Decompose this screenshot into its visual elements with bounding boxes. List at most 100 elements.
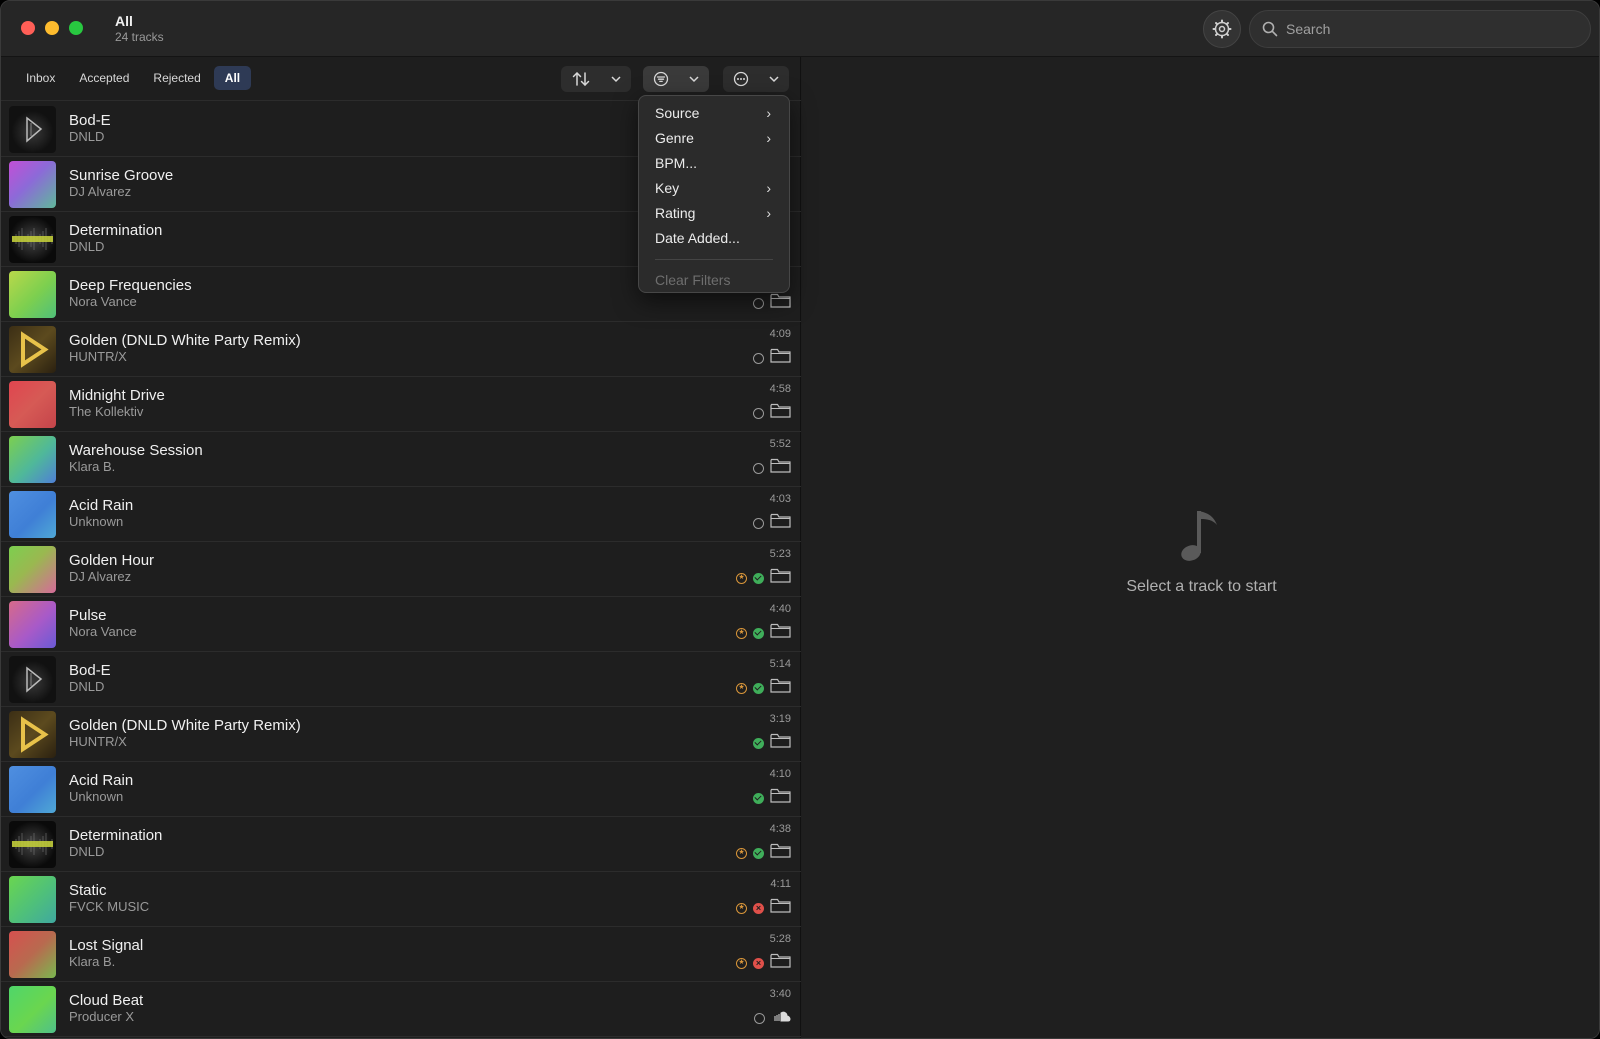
track-title: Pulse <box>69 607 107 624</box>
track-status-icons: ★ <box>736 843 791 863</box>
folder-icon[interactable] <box>770 513 791 533</box>
star-icon[interactable]: ★ <box>736 627 747 639</box>
status-accepted-icon[interactable] <box>753 627 764 639</box>
track-row[interactable]: Cloud Beat Producer X 3:40 <box>1 982 801 1037</box>
track-title: Golden Hour <box>69 552 155 569</box>
filter-menu-item-genre[interactable]: Genre › <box>639 126 789 151</box>
tab-accepted[interactable]: Accepted <box>68 66 140 90</box>
track-title: Sunrise Groove <box>69 167 174 184</box>
track-row[interactable]: Acid Rain Unknown 4:03 <box>1 487 801 542</box>
chevron-right-icon: › <box>766 180 771 196</box>
track-row[interactable]: Warehouse Session Klara B. 5:52 <box>1 432 801 487</box>
track-row[interactable]: Static FVCK MUSIC 4:11 ★ × <box>1 872 801 927</box>
status-accepted-icon[interactable] <box>753 737 764 749</box>
status-unreviewed-icon[interactable] <box>753 462 764 474</box>
status-unreviewed-icon[interactable] <box>753 517 764 529</box>
album-art <box>9 931 56 978</box>
filter-menu-item-bpm[interactable]: BPM... <box>639 151 789 176</box>
star-icon[interactable]: ★ <box>736 957 747 969</box>
filter-button[interactable] <box>643 66 709 92</box>
track-title: Warehouse Session <box>69 442 203 459</box>
chevron-right-icon: › <box>766 105 771 121</box>
track-artist: Nora Vance <box>69 624 137 639</box>
status-accepted-icon[interactable] <box>753 572 764 584</box>
status-unreviewed-icon[interactable] <box>753 297 764 309</box>
folder-icon[interactable] <box>770 568 791 588</box>
track-row[interactable]: Lost Signal Klara B. 5:28 ★ × <box>1 927 801 982</box>
track-row[interactable]: Golden Hour DJ Alvarez 5:23 ★ <box>1 542 801 597</box>
track-artist: DNLD <box>69 129 105 144</box>
gear-icon <box>1212 19 1232 39</box>
album-art <box>9 766 56 813</box>
filter-menu-item-key[interactable]: Key › <box>639 176 789 201</box>
status-accepted-icon[interactable] <box>753 682 764 694</box>
chevron-right-icon: › <box>766 205 771 221</box>
search-icon <box>1262 21 1278 37</box>
menu-item-label: Date Added... <box>655 230 740 246</box>
zoom-window-button[interactable] <box>69 21 83 35</box>
folder-icon[interactable] <box>770 403 791 423</box>
track-row[interactable]: Acid Rain Unknown 4:10 <box>1 762 801 817</box>
music-note-icon <box>1177 505 1227 570</box>
track-artist: HUNTR/X <box>69 734 127 749</box>
track-duration: 4:38 <box>769 823 791 835</box>
star-icon[interactable]: ★ <box>736 902 747 914</box>
filter-menu-item-source[interactable]: Source › <box>639 101 789 126</box>
folder-icon[interactable] <box>770 623 791 643</box>
folder-icon[interactable] <box>770 678 791 698</box>
search-input[interactable] <box>1286 21 1566 37</box>
status-unreviewed-icon[interactable] <box>753 352 764 364</box>
folder-icon[interactable] <box>770 293 791 313</box>
title-bar: All 24 tracks <box>1 1 1599 57</box>
track-row[interactable]: Midnight Drive The Kollektiv 4:58 <box>1 377 801 432</box>
status-unreviewed-icon[interactable] <box>754 1012 765 1024</box>
detail-pane: Select a track to start <box>802 57 1599 1038</box>
filter-menu-item-rating[interactable]: Rating › <box>639 201 789 226</box>
album-art <box>9 491 56 538</box>
star-icon[interactable]: ★ <box>736 682 747 694</box>
soundcloud-icon[interactable] <box>771 1009 791 1027</box>
track-row[interactable]: Golden (DNLD White Party Remix) HUNTR/X 3:… <box>1 707 801 762</box>
star-icon[interactable]: ★ <box>736 572 747 584</box>
track-duration: 5:23 <box>769 548 791 560</box>
track-artist: DNLD <box>69 239 105 254</box>
status-accepted-icon[interactable] <box>753 792 764 804</box>
tab-rejected[interactable]: Rejected <box>142 66 211 90</box>
status-accepted-icon[interactable] <box>753 847 764 859</box>
album-art <box>9 546 56 593</box>
album-art <box>9 381 56 428</box>
tab-all[interactable]: All <box>213 66 252 90</box>
status-rejected-icon[interactable]: × <box>753 957 764 969</box>
search-field[interactable] <box>1249 10 1591 48</box>
close-window-button[interactable] <box>21 21 35 35</box>
tab-bar: Inbox Accepted Rejected All <box>15 66 252 90</box>
filter-menu-item-date-added[interactable]: Date Added... <box>639 226 789 251</box>
track-row[interactable]: Determination DNLD 4:38 ★ <box>1 817 801 872</box>
star-icon[interactable]: ★ <box>736 847 747 859</box>
folder-icon[interactable] <box>770 953 791 973</box>
settings-button[interactable] <box>1203 10 1241 48</box>
folder-icon[interactable] <box>770 458 791 478</box>
track-status-icons <box>753 733 791 753</box>
sort-button[interactable] <box>561 66 631 92</box>
track-title: Golden (DNLD White Party Remix) <box>69 332 301 349</box>
track-duration: 5:28 <box>769 933 791 945</box>
track-row[interactable]: Golden (DNLD White Party Remix) HUNTR/X 4:… <box>1 322 801 377</box>
status-unreviewed-icon[interactable] <box>753 407 764 419</box>
track-row[interactable]: Pulse Nora Vance 4:40 ★ <box>1 597 801 652</box>
minimize-window-button[interactable] <box>45 21 59 35</box>
track-row[interactable]: Bod-E DNLD 5:14 ★ <box>1 652 801 707</box>
folder-icon[interactable] <box>770 898 791 918</box>
folder-icon[interactable] <box>770 733 791 753</box>
folder-icon[interactable] <box>770 843 791 863</box>
track-artist: FVCK MUSIC <box>69 899 150 914</box>
album-art <box>9 986 56 1033</box>
folder-icon[interactable] <box>770 788 791 808</box>
tab-inbox[interactable]: Inbox <box>15 66 66 90</box>
track-duration: 4:09 <box>769 328 791 340</box>
status-rejected-icon[interactable]: × <box>753 902 764 914</box>
track-duration: 5:14 <box>769 658 791 670</box>
track-count: 24 tracks <box>115 30 164 44</box>
folder-icon[interactable] <box>770 348 791 368</box>
more-options-button[interactable] <box>723 66 789 92</box>
